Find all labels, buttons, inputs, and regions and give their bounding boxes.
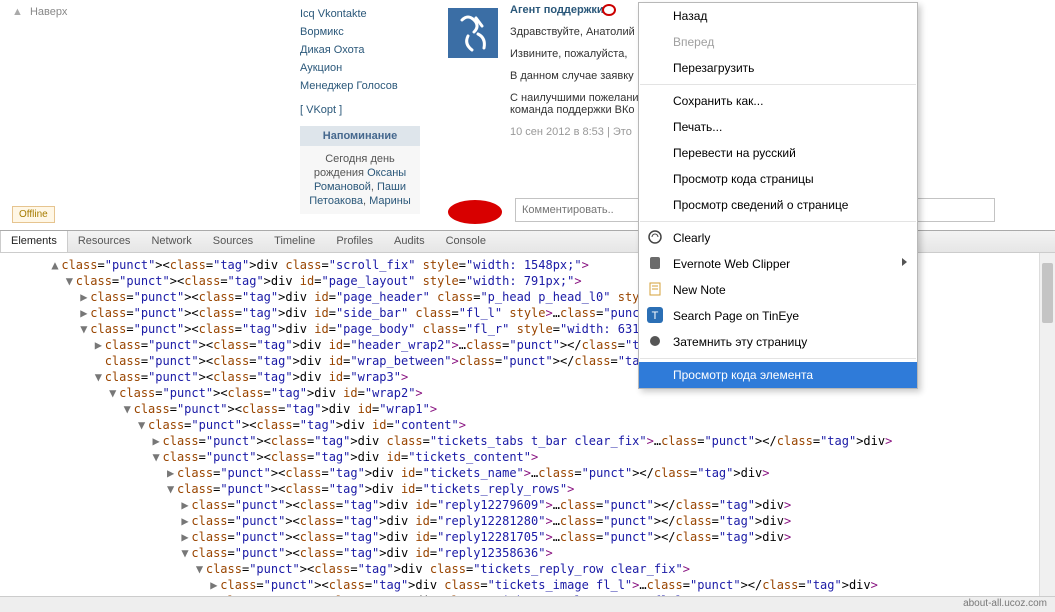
red-oval-annotation-icon xyxy=(448,200,502,224)
scroll-up-label: Наверх xyxy=(30,6,67,18)
devtools-tab-timeline[interactable]: Timeline xyxy=(264,231,326,252)
reminder-box: Напоминание Сегодня день рождения Оксаны… xyxy=(300,126,420,214)
devtools-tab-resources[interactable]: Resources xyxy=(68,231,142,252)
ctx-new-note[interactable]: New Note xyxy=(639,277,917,303)
up-arrow-icon: ▲ xyxy=(12,6,23,18)
page-top: ▲ Наверх Icq Vkontakte Вормикс Дикая Охо… xyxy=(0,0,1055,230)
ctx-view-source[interactable]: Просмотр кода страницы xyxy=(639,166,917,192)
birthday-name-link[interactable]: Марины xyxy=(369,195,411,207)
devtools-tab-elements[interactable]: Elements xyxy=(0,231,68,252)
dom-tree-line[interactable]: ▶class="punct"><class="tag">div id="repl… xyxy=(8,529,1039,545)
red-circle-annotation-icon xyxy=(602,4,616,16)
svg-text:T: T xyxy=(652,310,659,322)
devtools-tab-audits[interactable]: Audits xyxy=(384,231,436,252)
sidebar-link[interactable]: Вормикс xyxy=(300,26,430,38)
ctx-tineye[interactable]: T Search Page on TinEye xyxy=(639,303,917,329)
dom-tree-line[interactable]: ▼class="punct"><class="tag">div id="cont… xyxy=(8,417,1039,433)
devtools-tab-profiles[interactable]: Profiles xyxy=(326,231,384,252)
sidebar-link[interactable]: Менеджер Голосов xyxy=(300,80,430,92)
note-icon xyxy=(647,281,663,297)
ctx-page-info[interactable]: Просмотр сведений о странице xyxy=(639,192,917,218)
dom-tree-line[interactable]: ▶class="punct"><class="tag">div id="repl… xyxy=(8,513,1039,529)
support-avatar-icon[interactable] xyxy=(448,8,498,58)
ctx-reload[interactable]: Перезагрузить xyxy=(639,55,917,81)
clearly-icon xyxy=(647,229,663,245)
dom-tree-line[interactable]: ▼class="punct"><class="tag">div class="t… xyxy=(8,561,1039,577)
dom-tree-line[interactable]: ▶class="punct"><class="tag">div id="tick… xyxy=(8,465,1039,481)
devtools-tab-sources[interactable]: Sources xyxy=(203,231,264,252)
ctx-forward[interactable]: Вперед xyxy=(639,29,917,55)
devtools-tab-network[interactable]: Network xyxy=(141,231,202,252)
darken-icon xyxy=(647,333,663,349)
footer-bar: about-all.ucoz.com xyxy=(0,596,1055,612)
dom-tree-line[interactable]: ▶class="punct"><class="tag">div id="repl… xyxy=(8,497,1039,513)
sidebar-link[interactable]: Аукцион xyxy=(300,62,430,74)
ctx-separator xyxy=(640,221,916,222)
evernote-icon xyxy=(647,255,663,271)
ctx-inspect-element[interactable]: Просмотр кода элемента xyxy=(639,362,917,388)
scrollbar-thumb[interactable] xyxy=(1042,263,1053,323)
dom-tree-line[interactable]: ▼class="punct"><class="tag">div id="wrap… xyxy=(8,401,1039,417)
message-author[interactable]: Агент поддержки xyxy=(510,4,604,16)
ctx-save-as[interactable]: Сохранить как... xyxy=(639,88,917,114)
sidebar-link[interactable]: Дикая Охота xyxy=(300,44,430,56)
dom-tree-line[interactable]: ▼class="punct"><class="tag">div id="tick… xyxy=(8,449,1039,465)
ctx-separator xyxy=(640,84,916,85)
ctx-evernote[interactable]: Evernote Web Clipper xyxy=(639,251,917,277)
reminder-text: Сегодня xyxy=(325,153,370,165)
reminder-title: Напоминание xyxy=(300,126,420,146)
ctx-back[interactable]: Назад xyxy=(639,3,917,29)
submenu-arrow-icon xyxy=(902,258,907,266)
dom-tree-line[interactable]: ▼class="punct"><class="tag">div id="tick… xyxy=(8,481,1039,497)
watermark: about-all.ucoz.com xyxy=(963,598,1047,609)
devtools-tab-console[interactable]: Console xyxy=(436,231,497,252)
context-menu: Назад Вперед Перезагрузить Сохранить как… xyxy=(638,2,918,389)
offline-badge: Offline xyxy=(12,206,55,223)
vkopt-link[interactable]: [ VKopt ] xyxy=(300,104,430,116)
tineye-icon: T xyxy=(647,307,663,323)
ctx-clearly[interactable]: Clearly xyxy=(639,225,917,251)
ctx-separator xyxy=(640,358,916,359)
ctx-print[interactable]: Печать... xyxy=(639,114,917,140)
devtools-scrollbar[interactable] xyxy=(1039,253,1055,596)
dom-tree-line[interactable]: ▶class="punct"><class="tag">div class="t… xyxy=(8,433,1039,449)
ctx-darken[interactable]: Затемнить эту страницу xyxy=(639,329,917,355)
dom-tree-line[interactable]: ▶class="punct"><class="tag">div class="t… xyxy=(8,577,1039,593)
ctx-translate[interactable]: Перевести на русский xyxy=(639,140,917,166)
dom-tree-line[interactable]: ▼class="punct"><class="tag">div id="repl… xyxy=(8,545,1039,561)
scroll-up-link[interactable]: ▲ Наверх xyxy=(12,6,67,18)
reminder-body: Сегодня день рождения Оксаны Романовой, … xyxy=(300,152,420,208)
sidebar-link[interactable]: Icq Vkontakte xyxy=(300,8,430,20)
left-menu: Icq Vkontakte Вормикс Дикая Охота Аукцио… xyxy=(300,8,430,214)
